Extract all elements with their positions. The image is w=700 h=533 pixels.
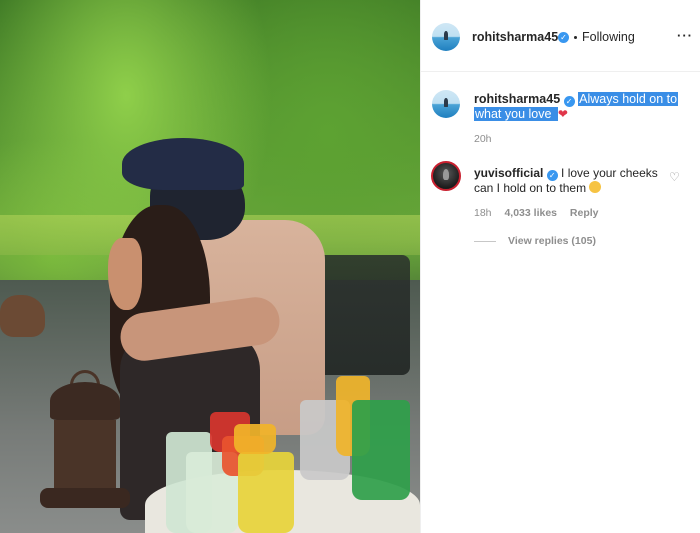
post-header: rohitsharma45 ✓ Following ··· [421,0,700,72]
caption-author-avatar[interactable] [432,90,460,118]
commenter-avatar[interactable] [431,161,461,191]
more-options-icon[interactable]: ··· [677,28,693,43]
verified-badge-icon: ✓ [546,170,558,181]
replies-divider [474,241,496,242]
heart-emoji-icon: ❤ [557,107,568,121]
caption-line-2: what you love ❤ [474,107,568,121]
comment-like-heart-icon[interactable]: ♡ [669,170,680,184]
caption-line-1: rohitsharma45 ✓ Always hold on to [474,92,679,107]
author-username[interactable]: rohitsharma45 [472,30,558,44]
comment-timestamp[interactable]: 18h [474,207,492,219]
lantern [40,370,130,533]
glass-cup [352,400,410,500]
verified-badge-icon: ✓ [558,32,569,43]
post-photo[interactable] [0,0,420,533]
comment-line-2: can I hold on to them [474,181,602,196]
comment-likes-count[interactable]: 4,033 likes [504,207,557,219]
woman-face [108,238,142,310]
following-button[interactable]: Following [582,30,635,44]
author-avatar[interactable] [432,23,460,51]
grinning-emoji-icon [589,181,602,193]
caption-author-username[interactable]: rohitsharma45 [474,92,560,106]
view-replies-link[interactable]: View replies (105) [508,235,596,247]
comment-text-1: I love your cheeks [561,166,658,180]
comment-text-2: can I hold on to them [474,181,587,195]
outdoor-chair [315,255,410,375]
post-side-panel: rohitsharma45 ✓ Following ··· rohitsharm… [420,0,700,533]
caption-text-2: what you love [474,107,553,121]
glass-cup [234,424,276,454]
caption-timestamp[interactable]: 20h [474,133,492,145]
comment-meta: 18h 4,033 likes Reply [474,207,599,219]
verified-badge-icon: ✓ [563,96,575,107]
caption-text-1: Always hold on to [578,92,679,106]
cap [122,138,244,190]
separator-dot [574,36,577,39]
rock [0,295,45,337]
comment-line-1: yuvisofficial ✓ I love your cheeks [474,166,658,181]
reply-button[interactable]: Reply [570,207,599,219]
commenter-username[interactable]: yuvisofficial [474,166,543,180]
glass-cup [238,452,294,533]
